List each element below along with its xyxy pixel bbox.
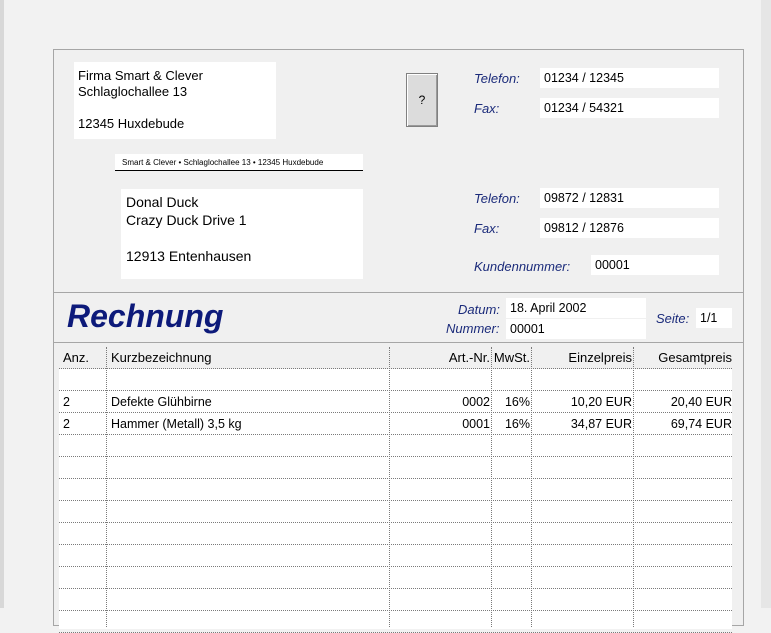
window-right-edge	[761, 0, 771, 608]
help-button[interactable]: ?	[406, 73, 438, 127]
invoice-number-field[interactable]: 00001	[506, 319, 646, 339]
recipient-address-box[interactable]: Donal Duck Crazy Duck Drive 1 12913 Ente…	[121, 189, 363, 279]
invoice-number-label: Nummer:	[446, 321, 500, 336]
table-row[interactable]	[59, 501, 732, 523]
recipient-fax-label: Fax:	[474, 221, 500, 236]
recipient-line-3: 12913 Entenhausen	[126, 248, 252, 264]
row2-unit-price[interactable]: 34,87 EUR	[533, 413, 632, 435]
row2-total-price[interactable]: 69,74 EUR	[635, 413, 732, 435]
table-row[interactable]	[59, 545, 732, 567]
recipient-line-2: Crazy Duck Drive 1	[126, 212, 247, 228]
row1-description[interactable]: Defekte Glühbirne	[111, 391, 212, 413]
row2-description[interactable]: Hammer (Metall) 3,5 kg	[111, 413, 242, 435]
recipient-phone-label: Telefon:	[474, 191, 520, 206]
date-field[interactable]: 18. April 2002	[506, 298, 646, 318]
table-row[interactable]	[59, 457, 732, 479]
return-address-line[interactable]: Smart & Clever • Schlaglochallee 13 • 12…	[115, 154, 363, 171]
table-divider	[54, 342, 743, 343]
row1-total-price[interactable]: 20,40 EUR	[635, 391, 732, 413]
row1-vat[interactable]: 16%	[492, 391, 530, 413]
row2-vat[interactable]: 16%	[492, 413, 530, 435]
table-row[interactable]	[59, 369, 732, 391]
table-row[interactable]	[59, 611, 732, 633]
invoice-title: Rechnung	[67, 298, 224, 334]
sender-address-box[interactable]: Firma Smart & Clever Schlaglochallee 13 …	[74, 62, 276, 139]
row1-unit-price[interactable]: 10,20 EUR	[533, 391, 632, 413]
date-label: Datum:	[458, 302, 500, 317]
row2-article-number[interactable]: 0001	[395, 413, 490, 435]
sender-line-2: Schlaglochallee 13	[78, 84, 188, 99]
sender-fax-label: Fax:	[474, 101, 500, 116]
table-row[interactable]	[59, 567, 732, 589]
table-header-row	[59, 347, 732, 369]
page-field[interactable]: 1/1	[696, 308, 732, 328]
customer-number-label: Kundennummer:	[474, 259, 571, 274]
invoice-form: Firma Smart & Clever Schlaglochallee 13 …	[53, 49, 744, 633]
sender-fax-field[interactable]: 01234 / 54321	[540, 98, 719, 118]
header-divider	[54, 292, 743, 293]
sender-line-3: 12345 Huxdebude	[78, 116, 185, 131]
row1-article-number[interactable]: 0002	[395, 391, 490, 413]
table-row[interactable]	[59, 523, 732, 545]
window-left-edge	[0, 0, 4, 608]
row2-qty[interactable]: 2	[63, 413, 70, 435]
page-label: Seite:	[656, 311, 690, 326]
recipient-fax-field[interactable]: 09812 / 12876	[540, 218, 719, 238]
sender-phone-label: Telefon:	[474, 71, 520, 86]
table-row[interactable]	[59, 479, 732, 501]
customer-number-field[interactable]: 00001	[591, 255, 719, 275]
recipient-line-1: Donal Duck	[126, 194, 199, 210]
recipient-phone-field[interactable]: 09872 / 12831	[540, 188, 719, 208]
sender-line-1: Firma Smart & Clever	[78, 68, 203, 83]
sender-phone-field[interactable]: 01234 / 12345	[540, 68, 719, 88]
table-row[interactable]	[59, 435, 732, 457]
row1-qty[interactable]: 2	[63, 391, 70, 413]
